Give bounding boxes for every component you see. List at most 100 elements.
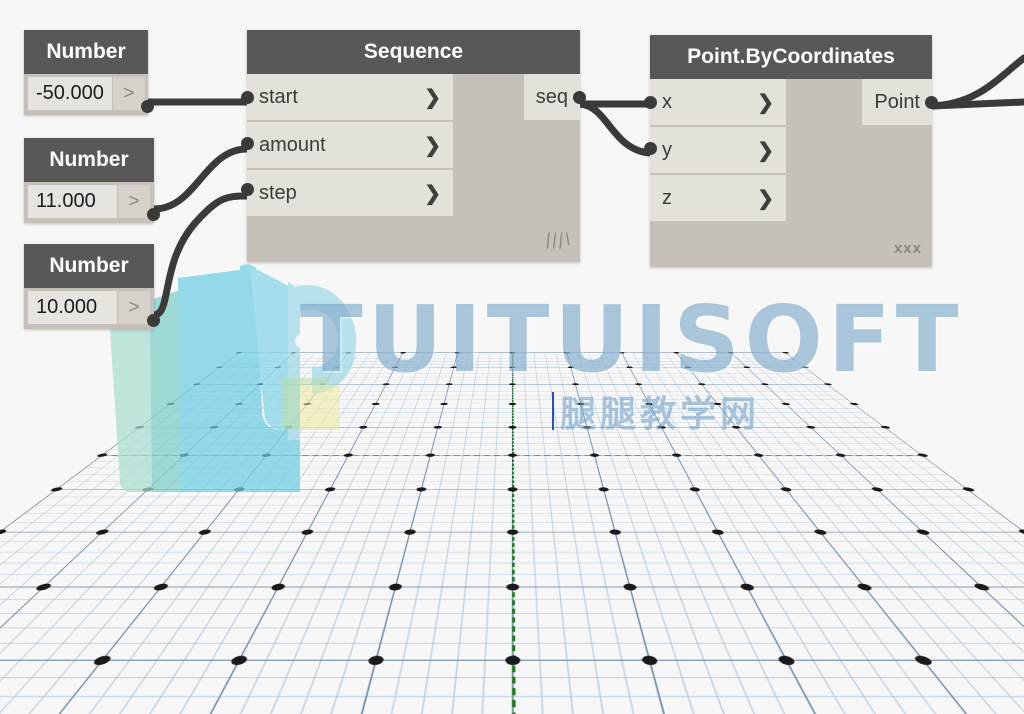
node-status-label: xxx [893, 240, 922, 257]
node-title: Number [24, 244, 154, 288]
preview-point [505, 583, 519, 591]
preview-point [644, 402, 654, 405]
output-port-column: Point [862, 79, 932, 125]
input-port-label: amount [259, 133, 326, 156]
node-title: Number [24, 30, 148, 74]
preview-point [508, 383, 516, 386]
chevron-right-icon: ❯ [757, 187, 774, 210]
input-port-label: start [259, 85, 298, 108]
preview-point [425, 453, 435, 457]
output-nub-point[interactable] [925, 96, 938, 109]
preview-point [506, 529, 518, 535]
preview-point [504, 655, 520, 665]
node-body: x ❯ y ❯ z ❯ Point xxx [644, 79, 938, 261]
output-port-nub[interactable] [141, 100, 154, 113]
input-port-step[interactable]: step ❯ [247, 170, 453, 216]
number-input-row[interactable]: -50.000 > [24, 74, 148, 115]
output-port-point[interactable]: Point [862, 79, 932, 125]
preview-point [582, 425, 592, 429]
node-title: Sequence [247, 30, 580, 74]
preview-point [387, 583, 403, 591]
node-title: Number [24, 138, 154, 182]
preview-point [683, 366, 692, 369]
number-value-field[interactable]: 10.000 [28, 291, 117, 324]
preview-point [567, 366, 575, 369]
output-port-seq[interactable]: seq [523, 74, 580, 120]
input-port-label: z [662, 186, 672, 209]
output-port-button[interactable]: > [118, 291, 150, 324]
input-port-column: x ❯ y ❯ z ❯ [650, 79, 786, 221]
preview-point [432, 425, 442, 429]
preview-point [608, 529, 621, 535]
output-port-label: Point [874, 90, 920, 113]
preview-point [508, 351, 516, 354]
preview-point [439, 402, 448, 405]
preview-point [508, 366, 516, 369]
number-input-row[interactable]: 11.000 > [24, 182, 154, 223]
chevron-right-icon: ❯ [424, 86, 441, 109]
input-port-column: start ❯ amount ❯ step ❯ [247, 74, 453, 216]
input-nub-y[interactable] [644, 142, 657, 155]
preview-point [415, 487, 427, 492]
preview-point [672, 351, 680, 354]
input-port-z[interactable]: z ❯ [650, 175, 786, 221]
node-resize-handle[interactable]: |||\ [545, 230, 573, 250]
node-point-bycoordinates[interactable]: Point.ByCoordinates x ❯ y ❯ z ❯ Point xx… [644, 35, 938, 267]
node-number-amount[interactable]: Number 11.000 > [24, 138, 160, 223]
node-sequence[interactable]: Sequence start ❯ amount ❯ step ❯ seq |||… [241, 30, 586, 262]
output-port-label: seq [535, 85, 568, 108]
preview-point [381, 383, 390, 386]
preview-point [506, 487, 518, 492]
ground-grid [0, 351, 1024, 714]
chevron-right-icon: ❯ [424, 134, 441, 157]
preview-point [391, 366, 399, 369]
input-port-y[interactable]: y ❯ [650, 127, 786, 175]
preview-point [370, 402, 380, 405]
preview-point [445, 383, 453, 386]
chevron-right-icon: ❯ [424, 182, 441, 205]
node-title: Point.ByCoordinates [650, 35, 932, 79]
preview-point [625, 366, 633, 369]
number-value-field[interactable]: 11.000 [28, 185, 117, 218]
preview-point [563, 351, 570, 354]
preview-point [399, 351, 407, 354]
preview-point [589, 453, 599, 457]
number-input-row[interactable]: 10.000 > [24, 288, 154, 329]
input-nub-x[interactable] [644, 96, 657, 109]
number-value-field[interactable]: -50.000 [28, 77, 112, 110]
preview-point [571, 383, 579, 386]
input-port-start[interactable]: start ❯ [247, 74, 453, 122]
preview-point [403, 529, 416, 535]
output-port-button[interactable]: > [118, 185, 150, 218]
node-body: 10.000 > [24, 288, 160, 329]
node-number-step[interactable]: Number 10.000 > [24, 244, 160, 329]
chevron-right-icon: ❯ [757, 91, 774, 114]
output-nub-seq[interactable] [573, 91, 586, 104]
preview-point [576, 402, 585, 405]
input-port-amount[interactable]: amount ❯ [247, 122, 453, 170]
input-nub-start[interactable] [241, 91, 254, 104]
output-port-column: seq [523, 74, 580, 120]
preview-point [507, 425, 517, 429]
output-port-nub[interactable] [147, 208, 160, 221]
preview-point [454, 351, 461, 354]
node-body: -50.000 > [24, 74, 154, 115]
node-number-start[interactable]: Number -50.000 > [24, 30, 154, 115]
input-port-x[interactable]: x ❯ [650, 79, 786, 127]
chevron-right-icon: ❯ [757, 139, 774, 162]
node-body: 11.000 > [24, 182, 160, 223]
preview-point [449, 366, 457, 369]
dynamo-canvas[interactable]: TUITUISOFT 腿腿教学网 Number -50.000 > Number [0, 0, 1024, 714]
input-port-label: y [662, 138, 672, 161]
z-axis-line [552, 392, 554, 430]
input-port-label: step [259, 181, 297, 204]
preview-point [508, 402, 516, 405]
preview-point [507, 453, 517, 457]
input-nub-step[interactable] [241, 183, 254, 196]
output-port-nub[interactable] [147, 314, 160, 327]
preview-point [597, 487, 609, 492]
preview-point [634, 383, 643, 386]
input-port-label: x [662, 90, 672, 113]
input-nub-amount[interactable] [241, 137, 254, 150]
node-body: start ❯ amount ❯ step ❯ seq |||\ [241, 74, 586, 256]
